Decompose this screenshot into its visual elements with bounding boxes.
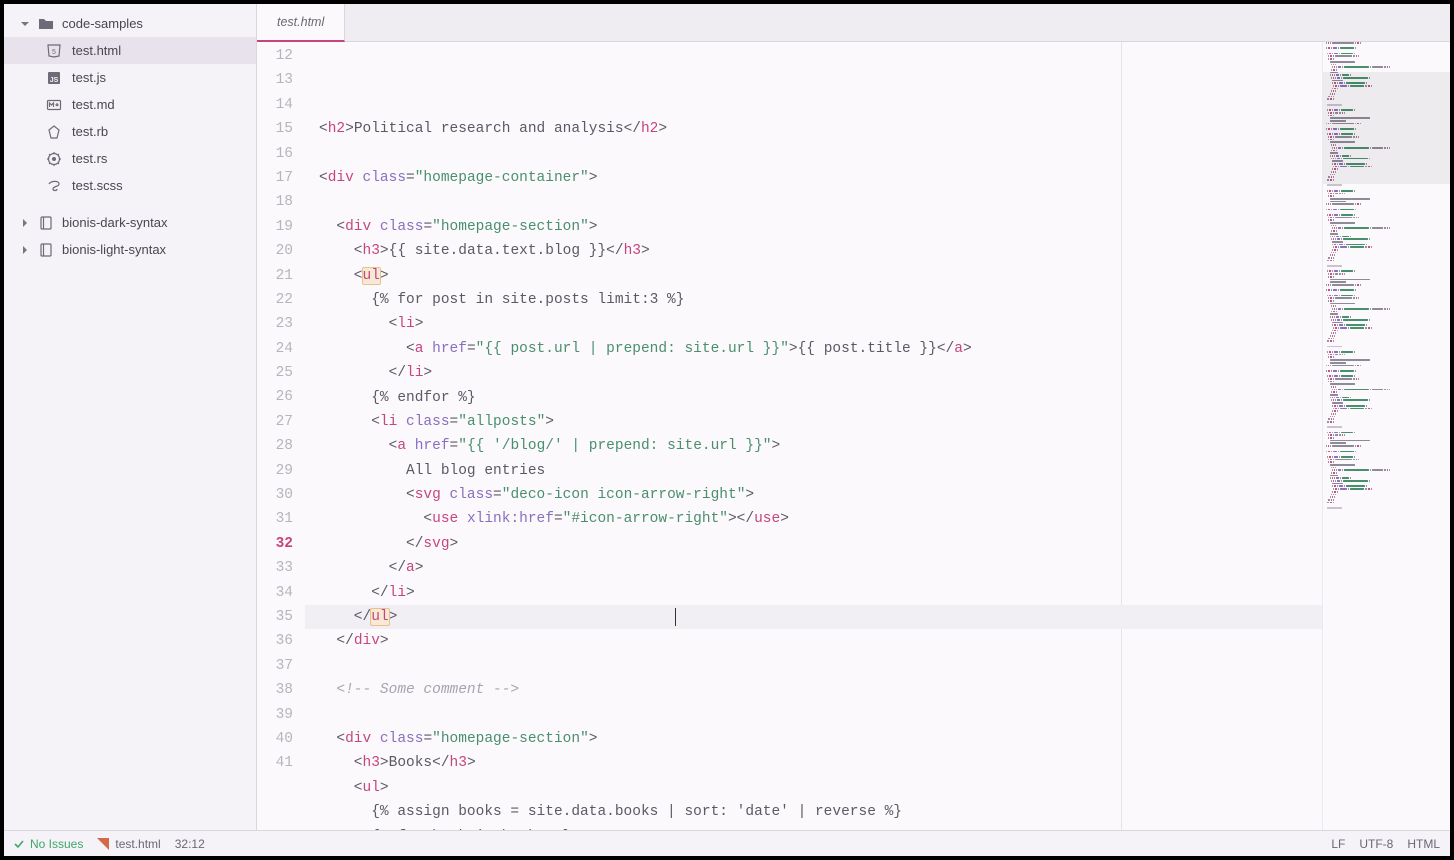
file-icon — [46, 151, 62, 167]
folder-label: code-samples — [62, 16, 143, 31]
main-area: code-samples 5 test.html JS test.js test.md t… — [4, 4, 1450, 830]
editor-area[interactable]: 1213141516171819202122232425262728293031… — [257, 42, 1450, 830]
status-cursor-label: 32:12 — [175, 837, 205, 851]
tab-test-html[interactable]: test.html — [257, 4, 345, 42]
status-file-label: test.html — [115, 837, 160, 851]
minimap[interactable] — [1322, 42, 1450, 830]
svg-text:JS: JS — [50, 77, 59, 84]
status-issues-label: No Issues — [30, 837, 83, 851]
file-icon: 5 — [46, 43, 62, 59]
repo-icon — [38, 215, 54, 231]
check-icon — [14, 839, 24, 849]
file-icon — [46, 97, 62, 113]
file-label: test.js — [72, 70, 106, 85]
file-item-test-html[interactable]: 5 test.html — [4, 37, 256, 64]
status-bar: No Issues test.html 32:12 LF UTF-8 HTML — [4, 830, 1450, 856]
folder-label: bionis-light-syntax — [62, 242, 166, 257]
folder-item-bionis-light-syntax[interactable]: bionis-light-syntax — [4, 236, 256, 263]
file-tree[interactable]: code-samples 5 test.html JS test.js test.md t… — [4, 4, 257, 830]
chevron-right-icon — [20, 245, 30, 255]
file-icon: JS — [46, 70, 62, 86]
status-cursor-position[interactable]: 32:12 — [175, 837, 205, 851]
code-content[interactable]: <h2>Political research and analysis</h2>… — [305, 42, 1322, 830]
status-issues[interactable]: No Issues — [14, 837, 83, 851]
folder-icon — [38, 16, 54, 32]
tab-bar: test.html — [257, 4, 1450, 42]
file-item-test-rs[interactable]: test.rs — [4, 145, 256, 172]
file-icon — [46, 178, 62, 194]
file-label: test.rb — [72, 124, 108, 139]
file-label: test.html — [72, 43, 121, 58]
minimap-viewport[interactable] — [1323, 72, 1450, 184]
file-item-test-rb[interactable]: test.rb — [4, 118, 256, 145]
folder-label: bionis-dark-syntax — [62, 215, 168, 230]
tab-title: test.html — [277, 15, 324, 29]
file-icon — [46, 124, 62, 140]
file-item-test-js[interactable]: JS test.js — [4, 64, 256, 91]
status-line-ending[interactable]: LF — [1331, 837, 1345, 851]
chevron-right-icon — [20, 218, 30, 228]
file-label: test.scss — [72, 178, 123, 193]
status-encoding[interactable]: UTF-8 — [1359, 837, 1393, 851]
chevron-down-icon — [20, 19, 30, 29]
file-item-test-scss[interactable]: test.scss — [4, 172, 256, 199]
tree-root-folder[interactable]: code-samples — [4, 10, 256, 37]
editor-pane: test.html 121314151617181920212223242526… — [257, 4, 1450, 830]
app-window: code-samples 5 test.html JS test.js test.md t… — [4, 4, 1450, 856]
line-number-gutter: 1213141516171819202122232425262728293031… — [257, 42, 305, 830]
status-git[interactable]: test.html — [97, 837, 160, 851]
status-language[interactable]: HTML — [1407, 837, 1440, 851]
file-label: test.rs — [72, 151, 107, 166]
folder-item-bionis-dark-syntax[interactable]: bionis-dark-syntax — [4, 209, 256, 236]
repo-icon — [38, 242, 54, 258]
file-label: test.md — [72, 97, 115, 112]
git-diff-icon — [97, 838, 109, 850]
svg-text:5: 5 — [52, 49, 56, 56]
file-item-test-md[interactable]: test.md — [4, 91, 256, 118]
